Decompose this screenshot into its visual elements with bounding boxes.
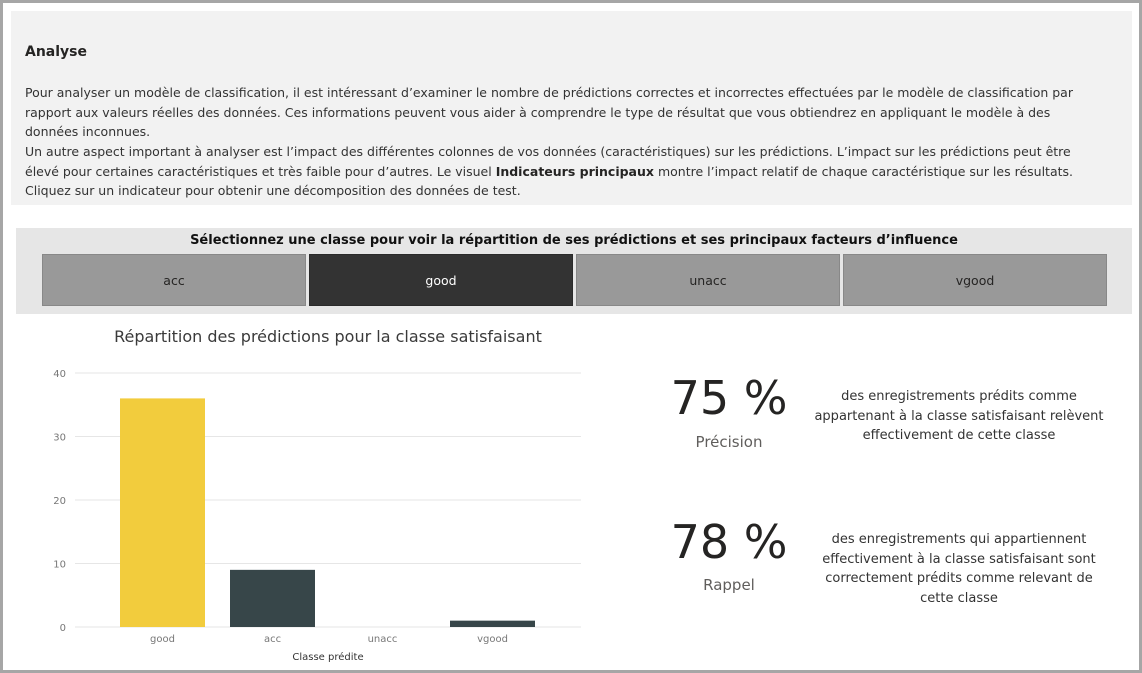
precision-description: des enregistrements prédits comme appart… (814, 389, 1104, 443)
recall-value: 78 % (670, 515, 788, 569)
prediction-distribution-chart[interactable]: 0 10 20 30 40 good acc unacc vgood Classe prédi… (3, 353, 603, 669)
class-selector-title: Sélectionnez une classe pour voir la rép… (190, 233, 958, 248)
class-button-acc[interactable]: acc (42, 254, 306, 306)
bar-acc[interactable] (230, 569, 315, 627)
x-tick-label-unacc: unacc (368, 634, 398, 645)
analysis-heading: Analyse (25, 44, 88, 60)
key-influencers-emphasis: Indicateurs principaux (495, 163, 654, 179)
y-tick-label: 10 (53, 560, 66, 571)
class-selector-slicer: Sélectionnez une classe pour voir la rép… (16, 228, 1132, 314)
x-axis-ticks: good acc unacc vgood (150, 634, 508, 645)
x-tick-label-good: good (150, 634, 175, 645)
analysis-text-box: Analyse Pour analyser un modèle de class… (11, 11, 1132, 205)
chart-title: Répartition des prédictions pour la clas… (114, 327, 542, 346)
class-button-vgood[interactable]: vgood (843, 254, 1107, 306)
y-tick-label: 30 (53, 433, 66, 444)
analysis-paragraph-2: Un autre aspect important à analyser est… (25, 142, 1105, 201)
report-page: Analyse Pour analyser un modèle de class… (0, 0, 1142, 673)
x-axis-title: Classe prédite (292, 651, 363, 663)
bars (120, 398, 535, 627)
class-button-good[interactable]: good (309, 254, 573, 306)
analysis-paragraph-1: Pour analyser un modèle de classificatio… (25, 85, 1073, 139)
recall-description: des enregistrements qui appartiennent ef… (822, 532, 1096, 606)
x-tick-label-vgood: vgood (477, 634, 508, 645)
y-tick-label: 40 (53, 369, 66, 380)
class-button-unacc[interactable]: unacc (576, 254, 840, 306)
recall-label: Rappel (703, 576, 755, 594)
y-axis-ticks: 0 10 20 30 40 (53, 369, 66, 634)
precision-value: 75 % (670, 371, 788, 425)
precision-label: Précision (695, 433, 763, 451)
x-tick-label-acc: acc (264, 634, 281, 645)
y-tick-label: 0 (60, 623, 66, 634)
y-tick-label: 20 (53, 496, 66, 507)
bar-good[interactable] (120, 398, 205, 627)
bar-vgood[interactable] (450, 620, 535, 627)
